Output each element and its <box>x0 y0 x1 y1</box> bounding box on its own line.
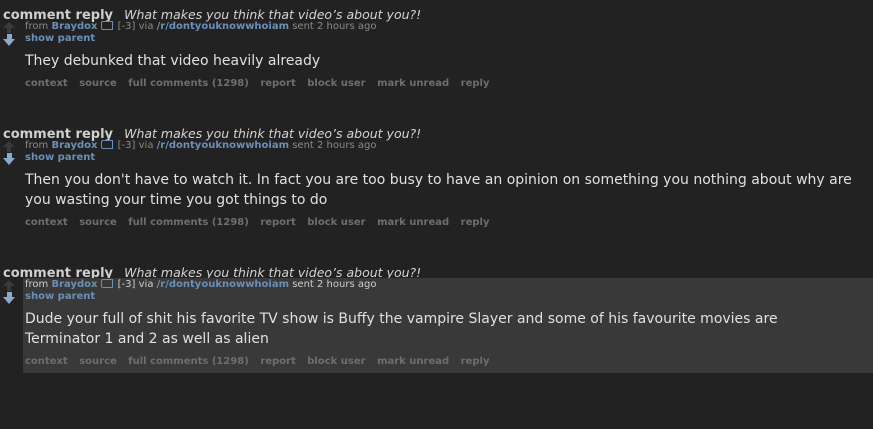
from-label: from <box>25 21 49 32</box>
upvote-icon[interactable] <box>3 280 15 291</box>
message-body: Then you don't have to watch it. In fact… <box>25 172 852 208</box>
message-item: comment reply What makes you think that … <box>0 6 873 116</box>
sent-time: sent 2 hours ago <box>292 21 377 32</box>
vote-arrows <box>2 141 18 165</box>
subreddit-link[interactable]: /r/dontyouknowwhoiam <box>157 279 289 290</box>
vote-arrows <box>2 280 18 304</box>
mark-unread-button[interactable]: mark unread <box>377 356 449 367</box>
author-link[interactable]: Braydox <box>51 140 97 151</box>
tagline: from Braydox [-3] via /r/dontyouknowwhoi… <box>23 139 873 152</box>
show-parent-link[interactable]: show parent <box>23 152 873 164</box>
downvote-icon[interactable] <box>3 292 15 304</box>
downvote-icon[interactable] <box>3 153 15 165</box>
score: [-3] <box>117 21 136 32</box>
from-label: from <box>25 140 49 151</box>
upvote-icon[interactable] <box>3 141 15 152</box>
score: [-3] <box>117 140 136 151</box>
subreddit-link[interactable]: /r/dontyouknowwhoiam <box>157 140 289 151</box>
context-button[interactable]: context <box>25 356 68 367</box>
action-buttons: context source full comments (1298) repo… <box>23 216 873 230</box>
message-entry: from Braydox [-3] via /r/dontyouknowwhoi… <box>23 20 873 95</box>
author-link[interactable]: Braydox <box>51 21 97 32</box>
block-user-button[interactable]: block user <box>307 78 365 89</box>
tagline: from Braydox [-3] via /r/dontyouknowwhoi… <box>23 20 873 33</box>
message-body: They debunked that video heavily already <box>25 53 321 69</box>
via-label: via <box>138 279 154 290</box>
downvote-icon[interactable] <box>3 34 15 46</box>
message-entry: from Braydox [-3] via /r/dontyouknowwhoi… <box>23 139 873 234</box>
reply-button[interactable]: reply <box>461 78 490 89</box>
user-tag-icon[interactable] <box>101 21 114 30</box>
report-button[interactable]: report <box>260 356 295 367</box>
message-body: Dude your full of shit his favorite TV s… <box>25 311 778 347</box>
user-tag-icon[interactable] <box>101 279 114 288</box>
user-tag-icon[interactable] <box>101 140 114 149</box>
subreddit-link[interactable]: /r/dontyouknowwhoiam <box>157 21 289 32</box>
author-link[interactable]: Braydox <box>51 279 97 290</box>
show-parent-link[interactable]: show parent <box>23 33 873 45</box>
via-label: via <box>138 21 154 32</box>
full-comments-button[interactable]: full comments (1298) <box>128 78 249 89</box>
sent-time: sent 2 hours ago <box>292 279 377 290</box>
mark-unread-button[interactable]: mark unread <box>377 78 449 89</box>
source-button[interactable]: source <box>79 356 117 367</box>
full-comments-button[interactable]: full comments (1298) <box>128 356 249 367</box>
reply-button[interactable]: reply <box>461 217 490 228</box>
tagline: from Braydox [-3] via /r/dontyouknowwhoi… <box>23 278 873 291</box>
context-button[interactable]: context <box>25 78 68 89</box>
block-user-button[interactable]: block user <box>307 217 365 228</box>
score: [-3] <box>117 279 136 290</box>
from-label: from <box>25 279 49 290</box>
context-button[interactable]: context <box>25 217 68 228</box>
upvote-icon[interactable] <box>3 22 15 33</box>
message-item: comment reply What makes you think that … <box>0 125 873 255</box>
vote-arrows <box>2 22 18 46</box>
full-comments-button[interactable]: full comments (1298) <box>128 217 249 228</box>
source-button[interactable]: source <box>79 78 117 89</box>
source-button[interactable]: source <box>79 217 117 228</box>
message-item: comment reply What makes you think that … <box>0 264 873 394</box>
message-entry: from Braydox [-3] via /r/dontyouknowwhoi… <box>23 278 873 373</box>
action-buttons: context source full comments (1298) repo… <box>23 77 873 91</box>
show-parent-link[interactable]: show parent <box>23 291 873 303</box>
action-buttons: context source full comments (1298) repo… <box>23 355 873 369</box>
report-button[interactable]: report <box>260 217 295 228</box>
via-label: via <box>138 140 154 151</box>
block-user-button[interactable]: block user <box>307 356 365 367</box>
mark-unread-button[interactable]: mark unread <box>377 217 449 228</box>
sent-time: sent 2 hours ago <box>292 140 377 151</box>
report-button[interactable]: report <box>260 78 295 89</box>
reply-button[interactable]: reply <box>461 356 490 367</box>
message-list: comment reply What makes you think that … <box>0 0 873 429</box>
